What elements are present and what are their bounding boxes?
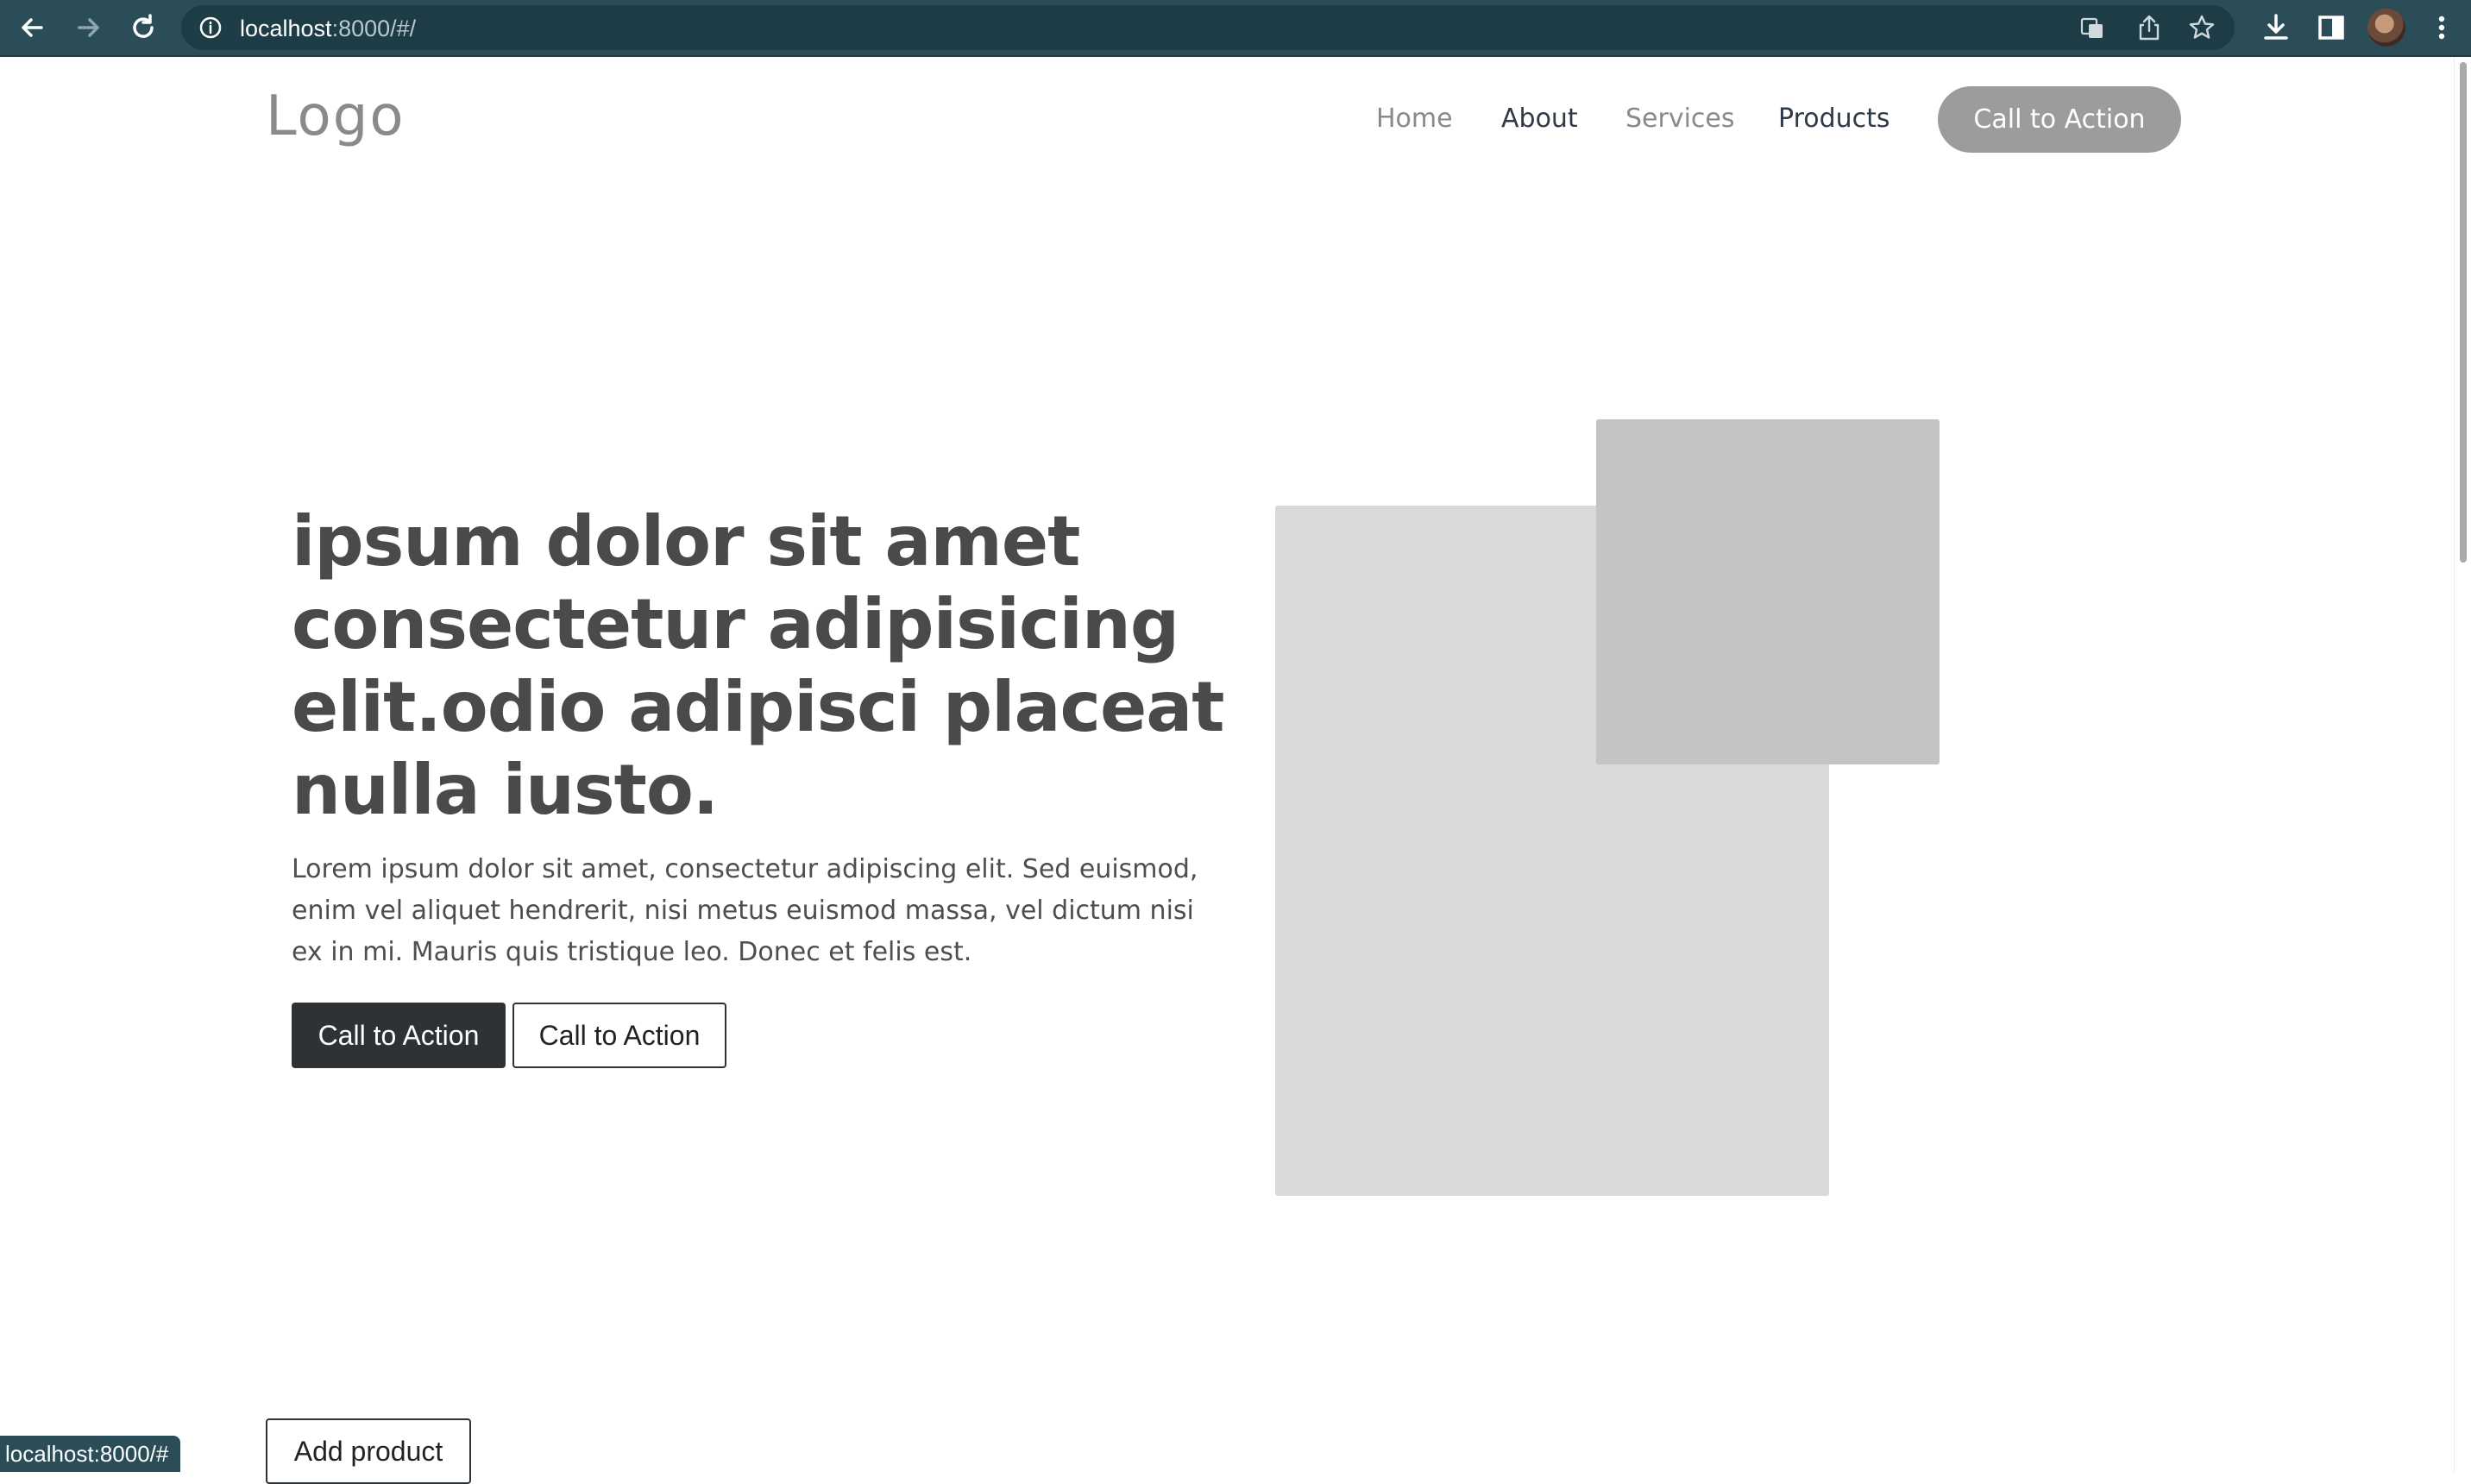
url-host: localhost [240, 16, 332, 41]
hero-title: ipsum dolor sit amet consectetur adipisi… [292, 501, 1224, 830]
profile-avatar[interactable] [2367, 9, 2405, 47]
back-icon[interactable] [16, 10, 50, 45]
hero-image-placeholder-small [1596, 419, 1940, 764]
nav-link-about[interactable]: About [1501, 104, 1578, 134]
download-icon[interactable] [2259, 10, 2293, 45]
bookmark-star-icon[interactable] [2188, 14, 2216, 41]
url-path: :8000/#/ [331, 16, 417, 41]
address-bar[interactable]: localhost:8000/#/ [181, 5, 2235, 50]
side-panel-icon[interactable] [2314, 10, 2348, 45]
url-text[interactable]: localhost:8000/#/ [240, 16, 416, 42]
menu-icon[interactable] [2424, 10, 2459, 45]
nav-cta-button[interactable]: Call to Action [1938, 86, 2181, 153]
share-icon[interactable] [2136, 14, 2162, 41]
hero-secondary-cta-button[interactable]: Call to Action [512, 1003, 726, 1068]
hero-description: Lorem ipsum dolor sit amet, consectetur … [292, 854, 1198, 967]
forward-icon[interactable] [71, 10, 105, 45]
reload-icon[interactable] [126, 10, 160, 45]
page-scrollbar[interactable] [2454, 57, 2471, 1472]
translate-icon[interactable] [2079, 16, 2105, 41]
link-status-tooltip: localhost:8000/# [0, 1436, 181, 1472]
info-icon[interactable] [198, 16, 223, 40]
nav-link-home[interactable]: Home [1376, 104, 1453, 134]
nav-link-services[interactable]: Services [1625, 104, 1735, 134]
nav-link-products[interactable]: Products [1778, 104, 1890, 134]
add-product-button[interactable]: Add product [266, 1418, 471, 1484]
hero-primary-cta-button[interactable]: Call to Action [292, 1003, 506, 1068]
scrollbar-thumb[interactable] [2460, 62, 2467, 563]
browser-toolbar: localhost:8000/#/ [0, 0, 2471, 57]
site-logo[interactable]: Logo [266, 85, 405, 148]
